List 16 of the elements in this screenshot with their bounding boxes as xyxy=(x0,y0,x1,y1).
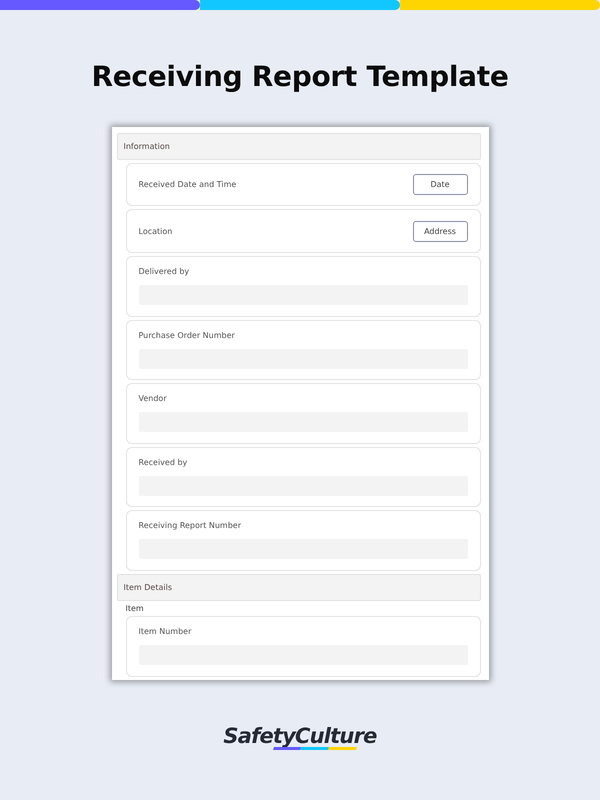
logo-text: SafetyCulture xyxy=(223,724,377,748)
field-label: Received by xyxy=(138,458,188,467)
logo-underline-icon xyxy=(273,747,357,751)
page-title: Receiving Report Template xyxy=(91,60,509,95)
field-label: Vendor xyxy=(138,394,168,404)
section-header[interactable]: Item Details xyxy=(116,574,480,601)
field-label: Delivered by xyxy=(138,267,190,276)
field-label: Location xyxy=(138,226,172,236)
field-label: Purchase Order Number xyxy=(138,330,236,340)
field-label: Item Number xyxy=(138,627,192,636)
field-label: Received Date and Time xyxy=(138,180,236,190)
field-label: Receiving Report Number xyxy=(138,521,242,530)
field-button[interactable]: Date xyxy=(412,174,468,196)
section-header[interactable]: Information xyxy=(116,133,480,160)
field-button[interactable]: Address xyxy=(412,220,468,242)
group-label: Item xyxy=(126,604,145,615)
